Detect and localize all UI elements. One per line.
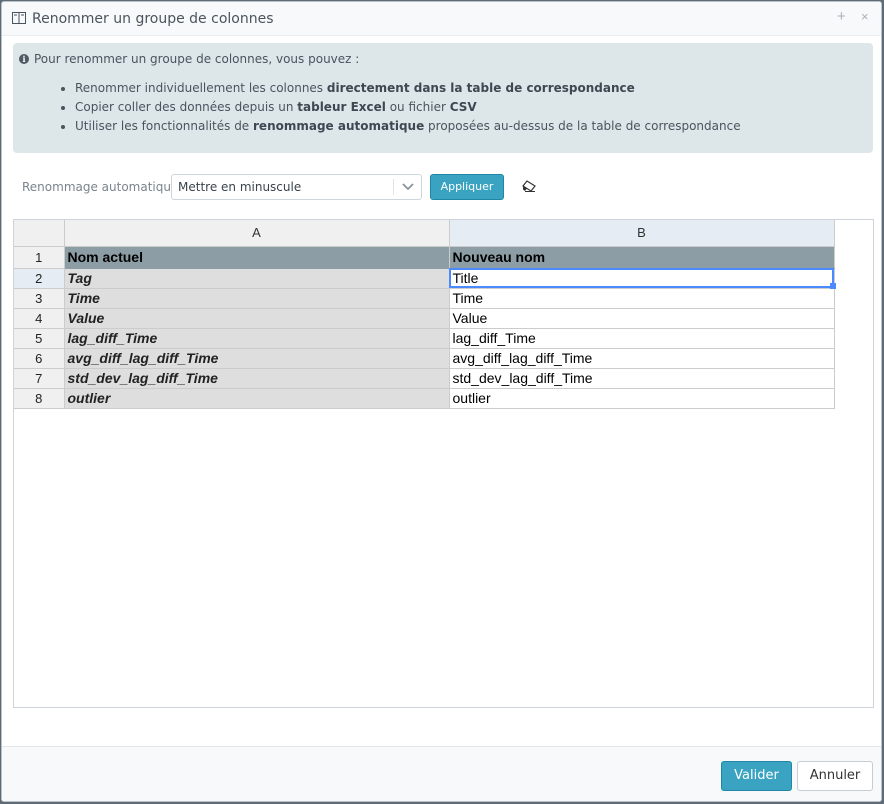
- auto-rename-selected-value: Mettre en minuscule: [178, 180, 302, 194]
- mapping-table-area: A B 1 Nom actuel Nouveau nom 2 Tag Title…: [13, 219, 874, 708]
- dialog-title: Renommer un groupe de colonnes: [32, 11, 274, 27]
- auto-rename-label: Renommage automatique: [22, 180, 179, 194]
- info-item-text: Renommer individuellement les colonnes: [75, 81, 327, 95]
- info-circle-icon: i: [19, 54, 29, 64]
- cell-a6[interactable]: avg_diff_lag_diff_Time: [64, 348, 450, 369]
- table-row: 2 Tag Title: [14, 268, 835, 289]
- cell-b8[interactable]: outlier: [449, 388, 835, 409]
- info-list: Renommer individuellement les colonnes d…: [57, 79, 741, 136]
- cell-a8[interactable]: outlier: [64, 388, 450, 409]
- dialog-footer: Valider Annuler: [2, 746, 881, 801]
- corner-cell[interactable]: [14, 220, 65, 247]
- cell-a7[interactable]: std_dev_lag_diff_Time: [64, 368, 450, 389]
- row-header[interactable]: 2: [14, 268, 65, 289]
- info-item-strong: renommage automatique: [253, 119, 425, 133]
- row-header[interactable]: 6: [14, 348, 65, 369]
- column-header-a[interactable]: A: [64, 220, 450, 247]
- row-header[interactable]: 8: [14, 388, 65, 409]
- rename-column-group-dialog: Renommer un groupe de colonnes + × i Pou…: [1, 1, 882, 802]
- table-row: 8 outlier outlier: [14, 388, 835, 409]
- columns-icon: [12, 12, 26, 24]
- cancel-button[interactable]: Annuler: [797, 761, 873, 791]
- maximize-button[interactable]: +: [837, 9, 846, 25]
- close-button[interactable]: ×: [861, 9, 869, 25]
- info-item-3: Utiliser les fonctionnalités de renommag…: [75, 117, 741, 136]
- auto-rename-select[interactable]: Mettre en minuscule: [171, 174, 422, 200]
- table-row: 4 Value Value: [14, 308, 835, 329]
- cell-a2[interactable]: Tag: [64, 268, 450, 289]
- info-intro: Pour renommer un groupe de colonnes, vou…: [34, 52, 360, 66]
- mapping-table: A B 1 Nom actuel Nouveau nom 2 Tag Title…: [14, 220, 835, 409]
- cell-b1[interactable]: Nouveau nom: [449, 246, 835, 269]
- info-item-text: proposées au-dessus de la table de corre…: [424, 119, 741, 133]
- info-item-strong: tableur Excel: [297, 100, 386, 114]
- info-item-strong: CSV: [449, 100, 477, 114]
- info-item-text: Copier coller des données depuis un: [75, 100, 298, 114]
- info-item-1: Renommer individuellement les colonnes d…: [75, 79, 741, 98]
- info-item-strong: directement dans la table de corresponda…: [326, 81, 635, 95]
- fill-handle[interactable]: [830, 283, 836, 289]
- cell-b5[interactable]: lag_diff_Time: [449, 328, 835, 349]
- cell-b6[interactable]: avg_diff_lag_diff_Time: [449, 348, 835, 369]
- info-item-text: ou fichier: [385, 100, 450, 114]
- row-header[interactable]: 1: [14, 246, 65, 269]
- eraser-icon[interactable]: [522, 180, 536, 192]
- dialog-titlebar: Renommer un groupe de colonnes + ×: [2, 2, 881, 36]
- column-header-row: A B: [14, 220, 835, 247]
- table-row: 1 Nom actuel Nouveau nom: [14, 246, 835, 269]
- cell-a3[interactable]: Time: [64, 288, 450, 309]
- cell-b3[interactable]: Time: [449, 288, 835, 309]
- cell-b7[interactable]: std_dev_lag_diff_Time: [449, 368, 835, 389]
- row-header[interactable]: 7: [14, 368, 65, 389]
- cell-b4[interactable]: Value: [449, 308, 835, 329]
- select-separator: [393, 179, 394, 195]
- table-row: 3 Time Time: [14, 288, 835, 309]
- chevron-down-icon[interactable]: [401, 181, 415, 193]
- info-item-text: Utiliser les fonctionnalités de: [75, 119, 254, 133]
- cell-a4[interactable]: Value: [64, 308, 450, 329]
- table-row: 6 avg_diff_lag_diff_Time avg_diff_lag_di…: [14, 348, 835, 369]
- row-header[interactable]: 3: [14, 288, 65, 309]
- row-header[interactable]: 4: [14, 308, 65, 329]
- cell-a1[interactable]: Nom actuel: [64, 246, 450, 269]
- apply-button[interactable]: Appliquer: [430, 174, 504, 200]
- cell-a5[interactable]: lag_diff_Time: [64, 328, 450, 349]
- table-row: 5 lag_diff_Time lag_diff_Time: [14, 328, 835, 349]
- cell-b2[interactable]: Title: [449, 268, 835, 289]
- info-item-2: Copier coller des données depuis un tabl…: [75, 98, 741, 117]
- info-panel: i Pour renommer un groupe de colonnes, v…: [13, 43, 873, 153]
- column-header-b[interactable]: B: [449, 220, 835, 247]
- validate-button[interactable]: Valider: [721, 761, 792, 791]
- table-row: 7 std_dev_lag_diff_Time std_dev_lag_diff…: [14, 368, 835, 389]
- row-header[interactable]: 5: [14, 328, 65, 349]
